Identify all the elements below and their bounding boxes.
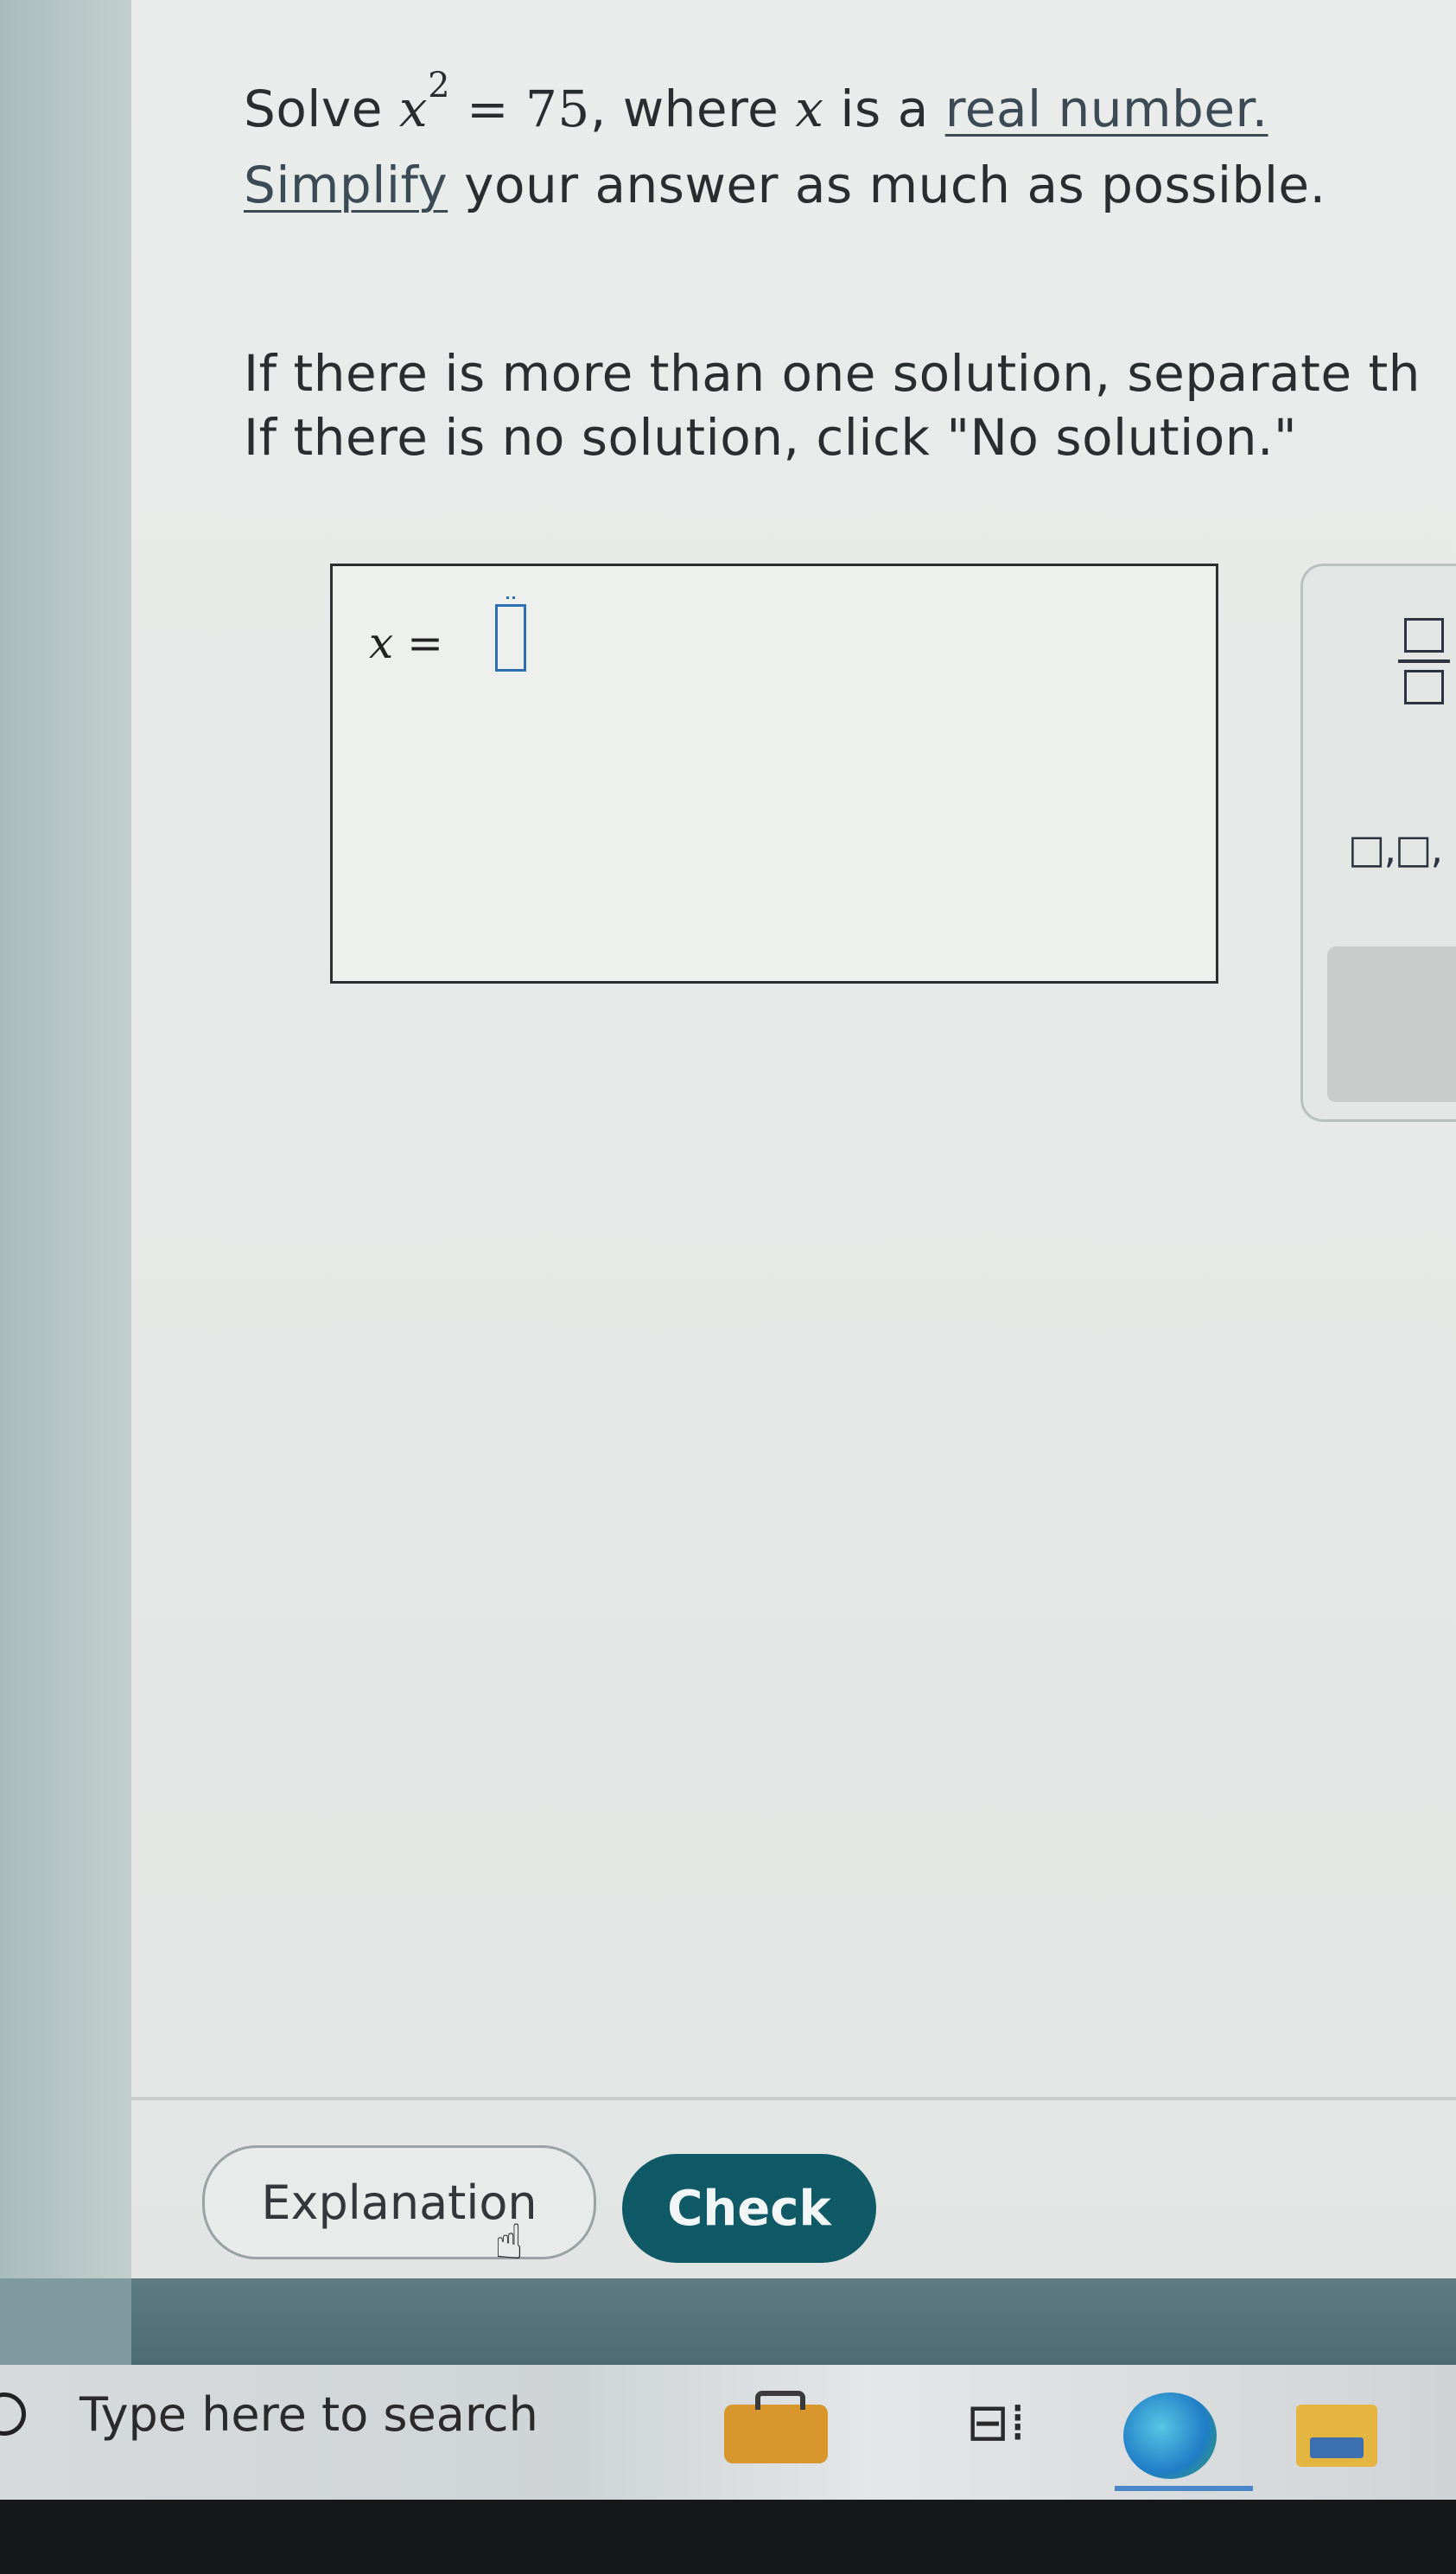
real-number-link[interactable]: real number. [945, 80, 1268, 138]
task-view-icon[interactable]: ⊟⁞ [966, 2392, 1026, 2453]
file-explorer-icon[interactable] [1296, 2405, 1377, 2467]
footer-strip [0, 2278, 131, 2365]
left-gutter [0, 0, 131, 2334]
monitor-bezel [0, 2500, 1456, 2574]
question-text: your answer as much as possible. [448, 156, 1326, 214]
math-exponent: 2 [428, 66, 451, 105]
check-button[interactable]: Check [622, 2154, 876, 2263]
explanation-button[interactable]: Explanation [202, 2145, 596, 2259]
math-var-x: x [795, 80, 824, 138]
fraction-tool-button[interactable] [1398, 618, 1450, 704]
search-icon[interactable] [0, 2392, 26, 2436]
question-line-2: Simplify your answer as much as possible… [244, 156, 1326, 214]
answer-label: x = [369, 618, 443, 668]
active-app-indicator [1115, 2486, 1253, 2491]
tools-action-area[interactable] [1327, 946, 1456, 1102]
fraction-bar-icon [1398, 659, 1450, 663]
question-line-1: Solve x2 = 75, where x is a real number. [244, 66, 1268, 138]
list-tool-button[interactable]: □,□, [1348, 825, 1443, 872]
question-panel: Solve x2 = 75, where x is a real number.… [131, 0, 1456, 2282]
instruction-line-1: If there is more than one solution, sepa… [244, 344, 1421, 403]
briefcase-icon[interactable] [724, 2391, 828, 2463]
taskbar-search-input[interactable]: Type here to search [79, 2387, 538, 2442]
simplify-link[interactable]: Simplify [244, 156, 448, 214]
math-equals-value: = 75 [450, 80, 590, 138]
question-text: is a [823, 80, 945, 138]
question-text: , where [589, 80, 796, 138]
edge-icon[interactable] [1123, 2392, 1217, 2479]
denominator-box-icon [1404, 670, 1444, 704]
math-tools-palette: □,□, [1300, 564, 1456, 1122]
hand-cursor-icon: ☝ [494, 2214, 525, 2271]
instruction-line-2: If there is no solution, click "No solut… [244, 408, 1298, 467]
answer-input[interactable] [495, 596, 526, 672]
answer-area[interactable]: x = [330, 564, 1218, 984]
math-var-x: x [398, 80, 429, 138]
question-text: Solve [244, 80, 399, 138]
numerator-box-icon [1404, 618, 1444, 653]
divider [131, 2097, 1456, 2100]
footer-band [131, 2278, 1456, 2365]
taskbar: Type here to search ⊟⁞ [0, 2365, 1456, 2500]
